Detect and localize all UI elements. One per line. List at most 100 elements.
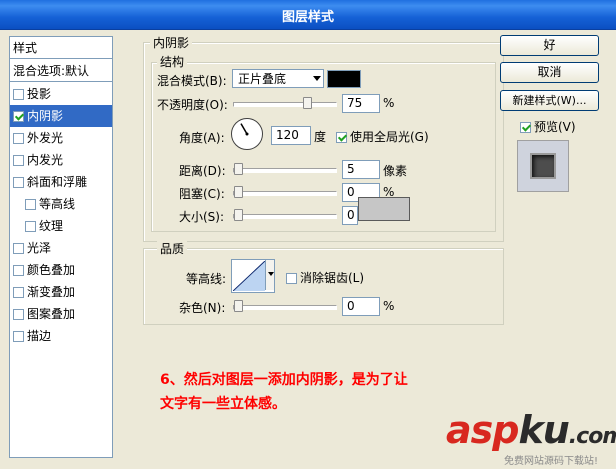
checkbox-icon[interactable]	[13, 133, 24, 144]
size-slider-thumb[interactable]	[234, 209, 243, 221]
opacity-label: 不透明度(O):	[157, 98, 228, 112]
contour-dropdown-button[interactable]	[265, 260, 274, 290]
ok-button[interactable]: 好	[500, 35, 599, 56]
distance-slider[interactable]	[233, 168, 337, 173]
checkbox-icon[interactable]	[13, 111, 24, 122]
watermark-ku: ku	[518, 408, 569, 452]
watermark-logo: aspku.com	[446, 408, 616, 452]
angle-dial-needle-icon	[240, 123, 249, 136]
cancel-button[interactable]: 取消	[500, 62, 599, 83]
checkbox-icon[interactable]	[25, 221, 36, 232]
chevron-down-icon	[313, 76, 321, 81]
blend-options-item[interactable]: 混合选项:默认	[10, 60, 112, 82]
noise-label: 杂色(N):	[179, 301, 226, 315]
checkbox-icon[interactable]	[13, 243, 24, 254]
watermark-asp: asp	[446, 408, 519, 452]
style-list-item[interactable]: 图案叠加	[10, 303, 112, 325]
contour-picker[interactable]	[231, 259, 275, 293]
style-list-item[interactable]: 颜色叠加	[10, 259, 112, 281]
noise-percent: %	[383, 299, 395, 313]
style-list-item[interactable]: 光泽	[10, 237, 112, 259]
tutorial-note-line-1: 6、然后对图层一添加内阴影，是为了让	[160, 372, 408, 388]
structure-title: 结构	[157, 53, 188, 70]
antialias-label: 消除锯齿(L)	[300, 271, 365, 285]
style-list-item-label: 渐变叠加	[27, 285, 76, 299]
opacity-percent: %	[383, 96, 395, 110]
style-list-item[interactable]: 内发光	[10, 149, 112, 171]
inner-shadow-title: 内阴影	[150, 34, 193, 51]
styles-header[interactable]: 样式	[10, 37, 112, 59]
choke-slider[interactable]	[233, 191, 337, 196]
opacity-slider[interactable]	[233, 102, 337, 107]
style-preview	[517, 140, 569, 192]
checkbox-icon	[336, 132, 347, 143]
opacity-input[interactable]: 75	[342, 94, 380, 113]
size-label: 大小(S):	[179, 210, 225, 224]
style-list-item-label: 纹理	[39, 219, 64, 233]
style-list-item[interactable]: 纹理	[10, 215, 112, 237]
blend-mode-select[interactable]: 正片叠底	[232, 69, 324, 88]
global-light-label: 使用全局光(G)	[350, 130, 429, 144]
shadow-color-swatch[interactable]	[327, 70, 361, 88]
style-list-item-label: 颜色叠加	[27, 263, 76, 277]
checkbox-icon[interactable]	[13, 177, 24, 188]
style-list-item[interactable]: 外发光	[10, 127, 112, 149]
checkbox-icon[interactable]	[13, 287, 24, 298]
global-light-checkbox[interactable]: 使用全局光(G)	[336, 128, 429, 145]
angle-input[interactable]: 120	[271, 126, 311, 145]
style-list-item-label: 光泽	[27, 241, 52, 255]
style-list-item-label: 等高线	[39, 197, 76, 211]
distance-label: 距离(D):	[179, 164, 226, 178]
chevron-down-icon	[268, 272, 274, 276]
size-input[interactable]: 0	[342, 206, 358, 225]
preview-label: 预览(V)	[534, 120, 576, 134]
contour-preview-icon	[233, 261, 265, 291]
style-list-item-label: 斜面和浮雕	[27, 175, 88, 189]
checkbox-icon[interactable]	[13, 89, 24, 100]
distance-slider-thumb[interactable]	[234, 163, 243, 175]
antialias-checkbox[interactable]: 消除锯齿(L)	[286, 269, 364, 286]
style-list-item-label: 图案叠加	[27, 307, 76, 321]
size-color-swatch[interactable]	[358, 197, 410, 221]
style-list-item[interactable]: 投影	[10, 83, 112, 105]
contour-label: 等高线:	[186, 272, 227, 286]
checkbox-icon[interactable]	[25, 199, 36, 210]
checkbox-icon[interactable]	[13, 331, 24, 342]
checkbox-icon[interactable]	[13, 265, 24, 276]
style-list-item[interactable]: 渐变叠加	[10, 281, 112, 303]
watermark-com: .com	[568, 424, 616, 449]
style-list-item[interactable]: 描边	[10, 325, 112, 347]
noise-slider-thumb[interactable]	[234, 300, 243, 312]
opacity-slider-thumb[interactable]	[303, 97, 312, 109]
distance-input[interactable]: 5	[342, 160, 380, 179]
angle-dial[interactable]	[231, 118, 263, 150]
checkbox-icon[interactable]	[13, 155, 24, 166]
watermark-tagline: 免费网站源码下载站!	[504, 456, 599, 467]
style-list-item-label: 外发光	[27, 131, 64, 145]
blend-mode-label: 混合模式(B):	[157, 74, 227, 88]
angle-unit: 度	[314, 130, 327, 144]
size-slider[interactable]	[233, 214, 337, 219]
window-title: 图层样式	[281, 10, 334, 25]
quality-title: 品质	[157, 240, 188, 257]
checkbox-icon	[520, 122, 531, 133]
style-list-item[interactable]: 斜面和浮雕	[10, 171, 112, 193]
style-list-item-label: 内发光	[27, 153, 64, 167]
style-list-item[interactable]: 内阴影	[10, 105, 112, 127]
checkbox-icon	[286, 273, 297, 284]
blend-mode-value: 正片叠底	[238, 72, 287, 86]
distance-unit: 像素	[383, 164, 408, 178]
styles-list: 样式 混合选项:默认 投影 内阴影外发光内发光斜面和浮雕等高线纹理光泽颜色叠加渐变…	[9, 36, 113, 458]
preview-checkbox[interactable]: 预览(V)	[520, 118, 576, 135]
style-list-item-label: 描边	[27, 329, 52, 343]
checkbox-icon[interactable]	[13, 309, 24, 320]
noise-slider[interactable]	[233, 305, 337, 310]
noise-input[interactable]: 0	[342, 297, 380, 316]
style-list-item[interactable]: 等高线	[10, 193, 112, 215]
angle-label: 角度(A):	[179, 131, 225, 145]
new-style-button[interactable]: 新建样式(W)...	[500, 90, 599, 111]
choke-label: 阻塞(C):	[179, 187, 225, 201]
tutorial-note-line-2: 文字有一些立体感。	[160, 396, 286, 412]
preview-swatch	[530, 153, 556, 179]
choke-slider-thumb[interactable]	[234, 186, 243, 198]
